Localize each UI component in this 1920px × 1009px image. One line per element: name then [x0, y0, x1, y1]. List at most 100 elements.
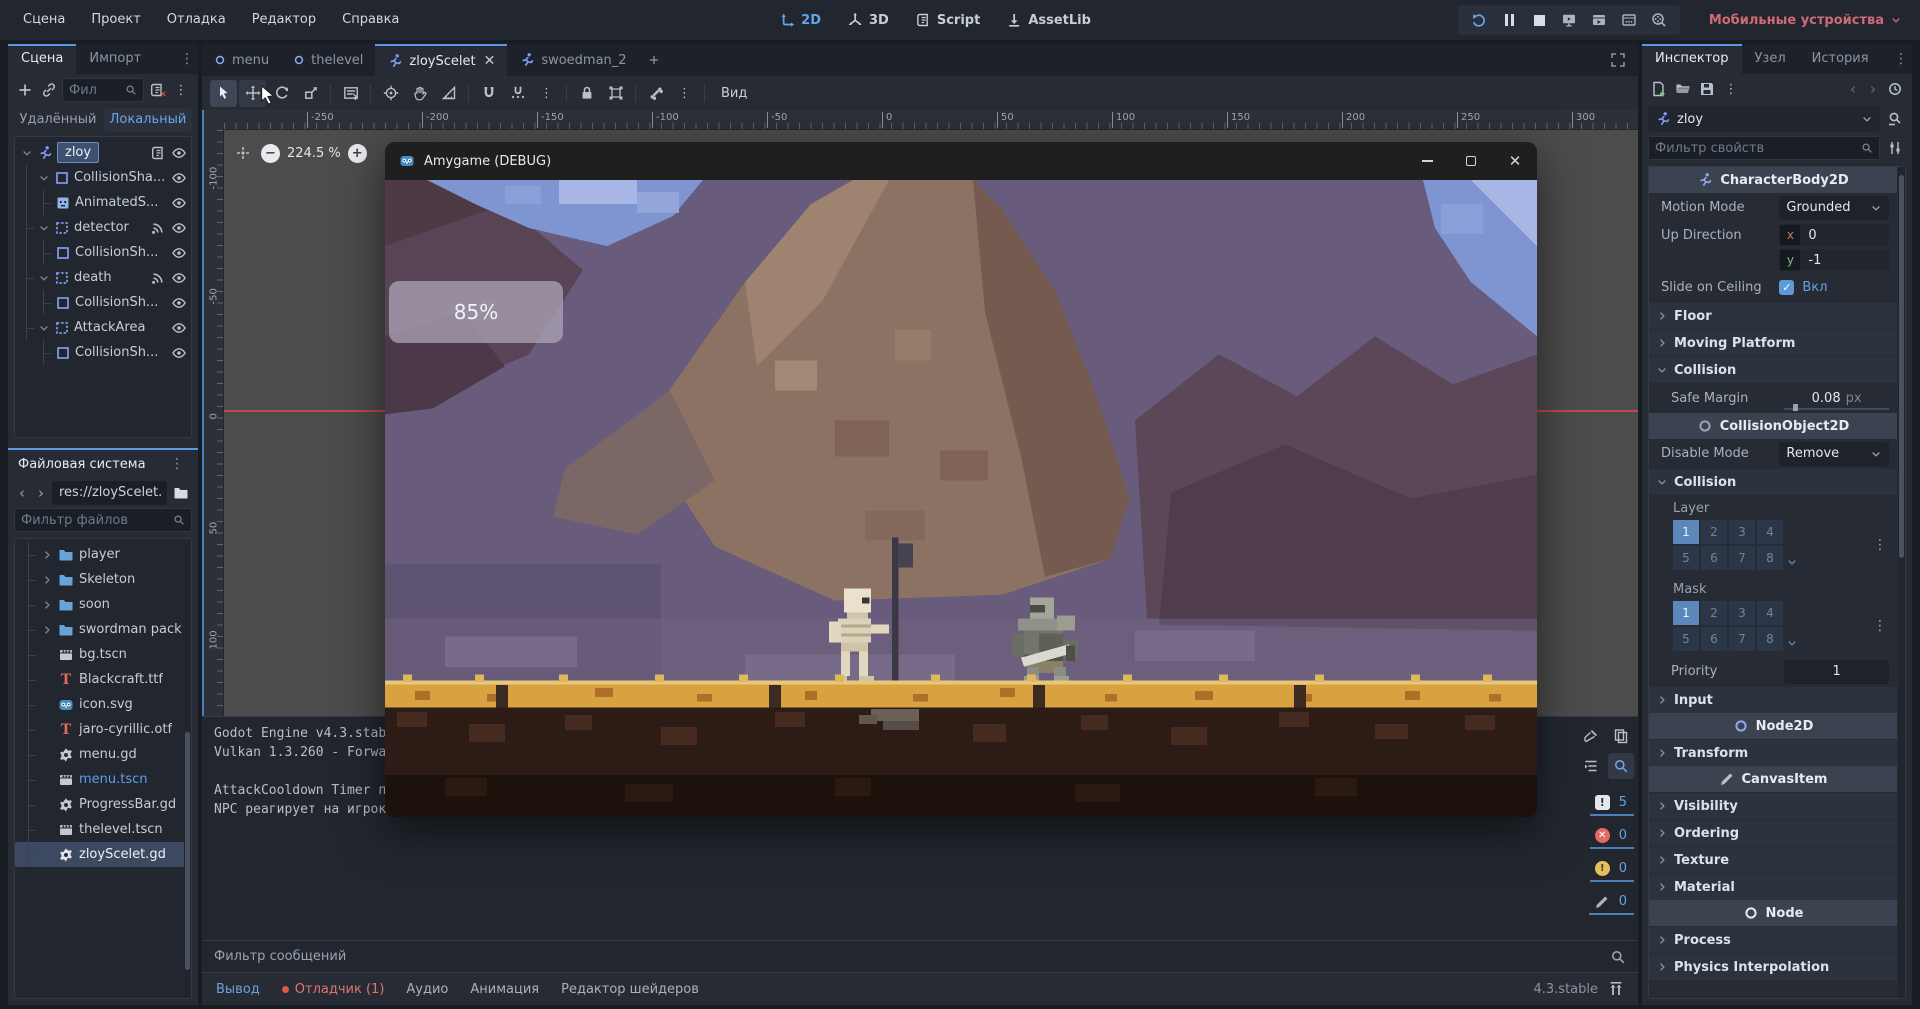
new-resource-icon[interactable]: [1648, 78, 1670, 100]
mask-bit-8[interactable]: 8: [1757, 627, 1783, 651]
tab-local[interactable]: Локальный: [104, 108, 192, 132]
folder-row[interactable]: soon: [15, 592, 191, 617]
signal-icon[interactable]: [150, 270, 166, 286]
property-filter-input[interactable]: [1648, 136, 1880, 160]
group-collision[interactable]: Collision: [1649, 356, 1897, 383]
mask-bit-6[interactable]: 6: [1701, 627, 1727, 651]
group-collision2[interactable]: Collision: [1649, 468, 1897, 495]
play-custom-scene-button[interactable]: [1616, 7, 1642, 33]
run-platform-selector[interactable]: Мобильные устройства: [1709, 0, 1902, 40]
disable-mode-dropdown[interactable]: Remove: [1779, 441, 1889, 466]
pause-button[interactable]: [1496, 7, 1522, 33]
menu-editor[interactable]: Редактор: [239, 0, 329, 40]
layer-bit-8[interactable]: 8: [1757, 546, 1783, 570]
menu-debug[interactable]: Отладка: [154, 0, 239, 40]
file-row[interactable]: icon.svg: [15, 692, 191, 717]
mask-menu-icon[interactable]: ⋮: [1873, 618, 1887, 634]
script-icon[interactable]: [150, 145, 166, 161]
folder-row[interactable]: swordman pack: [15, 617, 191, 642]
chevron-down-icon[interactable]: [21, 147, 33, 159]
visibility-eye-icon[interactable]: [171, 270, 187, 286]
tree-row[interactable]: CollisionSh...: [15, 240, 191, 265]
scene-tab-swoedman[interactable]: swoedman_2: [507, 44, 638, 76]
expand-bits-icon[interactable]: [1786, 637, 1798, 649]
bottom-tab-animation[interactable]: Анимация: [470, 982, 539, 997]
visibility-eye-icon[interactable]: [171, 195, 187, 211]
tab-import[interactable]: Импорт: [76, 44, 154, 74]
layer-bit-3[interactable]: 3: [1729, 520, 1755, 544]
snap-options-icon[interactable]: ⋮: [533, 80, 560, 107]
layer-bit-4[interactable]: 4: [1757, 520, 1783, 544]
game-viewport[interactable]: 85%: [385, 180, 1537, 817]
pivot-tool[interactable]: [377, 80, 404, 107]
clear-output-button[interactable]: [1578, 723, 1604, 749]
bottom-tab-output[interactable]: Вывод: [216, 982, 260, 997]
scale-tool[interactable]: [297, 80, 324, 107]
play-scene-button[interactable]: [1586, 7, 1612, 33]
collapse-messages-button[interactable]: [1578, 753, 1604, 779]
checkbox-checked[interactable]: ✓: [1779, 280, 1795, 295]
dock-menu-icon[interactable]: ⋮: [166, 450, 188, 478]
file-row[interactable]: menu.gd: [15, 742, 191, 767]
dock-menu-icon[interactable]: ⋮: [1890, 44, 1912, 74]
focus-file-icon[interactable]: [170, 482, 192, 504]
file-filter-input[interactable]: [14, 508, 192, 532]
visibility-eye-icon[interactable]: [171, 145, 187, 161]
file-row[interactable]: bg.tscn: [15, 642, 191, 667]
motion-mode-dropdown[interactable]: Grounded: [1779, 195, 1889, 220]
inspector-scrollbar[interactable]: [1898, 167, 1905, 998]
dock-menu-icon[interactable]: ⋮: [176, 44, 198, 74]
save-resource-icon[interactable]: [1696, 78, 1718, 100]
tree-row[interactable]: CollisionSh...: [15, 340, 191, 365]
file-tree-scrollbar[interactable]: [184, 539, 191, 998]
tree-row[interactable]: CollisionSh...: [15, 290, 191, 315]
layer-bit-1[interactable]: 1: [1673, 520, 1699, 544]
tree-row[interactable]: AnimatedS...: [15, 190, 191, 215]
priority-field[interactable]: 1: [1784, 659, 1889, 684]
group-input[interactable]: Input: [1649, 686, 1897, 713]
skeleton-menu-icon[interactable]: ⋮: [671, 80, 698, 107]
folder-row[interactable]: player: [15, 542, 191, 567]
grid-snap-toggle[interactable]: [504, 80, 531, 107]
remote-debug-icon[interactable]: [1556, 7, 1582, 33]
history-back-icon[interactable]: ‹: [1844, 80, 1862, 98]
group-transform[interactable]: Transform: [1649, 739, 1897, 766]
scene-tab-zloyscelet[interactable]: zloyScelet ✕: [375, 44, 508, 76]
menu-project[interactable]: Проект: [78, 0, 153, 40]
menu-scene[interactable]: Сцена: [10, 0, 78, 40]
tab-node[interactable]: Узел: [1742, 44, 1799, 74]
safe-margin-slider[interactable]: 0.08 px: [1784, 385, 1889, 411]
file-row[interactable]: Тjaro-cyrillic.otf: [15, 717, 191, 742]
file-row[interactable]: ProgressBar.gd: [15, 792, 191, 817]
file-row[interactable]: menu.tscn: [15, 767, 191, 792]
mask-bit-2[interactable]: 2: [1701, 601, 1727, 625]
tree-row-zloy[interactable]: zloy: [15, 140, 191, 165]
property-filter-field[interactable]: [1655, 140, 1861, 156]
chevron-down-icon[interactable]: [38, 272, 50, 284]
restart-scene-button[interactable]: [1466, 7, 1492, 33]
tree-row[interactable]: CollisionSha...: [15, 165, 191, 190]
scene-filter-input[interactable]: [62, 78, 144, 102]
scene-filter-field[interactable]: [69, 82, 125, 98]
search-messages-button[interactable]: [1608, 753, 1634, 779]
layer-bit-6[interactable]: 6: [1701, 546, 1727, 570]
skeleton-options-button[interactable]: [642, 80, 669, 107]
mask-bit-3[interactable]: 3: [1729, 601, 1755, 625]
layer-menu-icon[interactable]: ⋮: [1873, 537, 1887, 553]
signal-icon[interactable]: [150, 220, 166, 236]
switch-script-button[interactable]: Script: [915, 12, 980, 28]
visibility-eye-icon[interactable]: [171, 295, 187, 311]
visibility-eye-icon[interactable]: [171, 345, 187, 361]
resource-menu-icon[interactable]: ⋮: [1720, 78, 1742, 100]
up-direction-x[interactable]: x0: [1779, 224, 1889, 246]
message-counter-errors[interactable]: ✕ 0: [1589, 824, 1634, 849]
history-forward-icon[interactable]: ›: [1864, 80, 1882, 98]
group-ordering[interactable]: Ordering: [1649, 819, 1897, 846]
switch-assetlib-button[interactable]: AssetLib: [1006, 12, 1091, 28]
chevron-down-icon[interactable]: [38, 172, 50, 184]
stop-button[interactable]: [1526, 7, 1552, 33]
mask-bit-7[interactable]: 7: [1729, 627, 1755, 651]
tab-scene[interactable]: Сцена: [8, 44, 77, 74]
mask-bit-5[interactable]: 5: [1673, 627, 1699, 651]
maximize-button[interactable]: [1449, 142, 1493, 180]
